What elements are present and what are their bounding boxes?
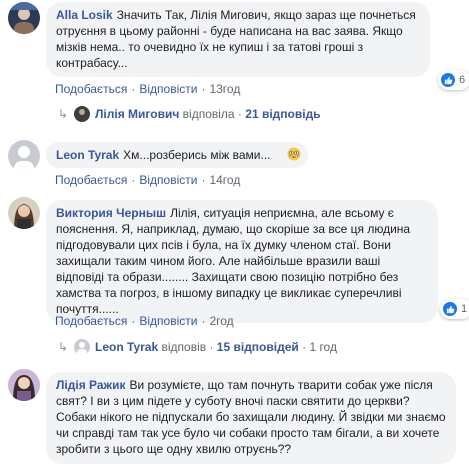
- comment-author[interactable]: Виктория Черныш: [56, 206, 166, 220]
- comment-time[interactable]: 14год: [209, 173, 240, 187]
- reply-time: 1 год: [309, 340, 337, 354]
- replier-avatar: [74, 106, 90, 122]
- replier-name[interactable]: Лілія Мигович: [95, 107, 179, 121]
- avatar[interactable]: [8, 2, 40, 34]
- flushed-emoji-icon: [287, 147, 301, 161]
- comment-bubble: Alla Losik Значить Так, Лілія Мигович, як…: [46, 2, 430, 77]
- comment-author[interactable]: Leon Tyrak: [56, 148, 119, 162]
- reply-link[interactable]: Відповісти: [139, 173, 197, 187]
- comment-time[interactable]: 13год: [209, 82, 240, 96]
- comment-actions: Подобається · Відповісти · 2год: [55, 314, 234, 328]
- avatar[interactable]: [8, 197, 40, 229]
- avatar[interactable]: [8, 369, 40, 401]
- comment-author[interactable]: Alla Losik: [56, 8, 113, 22]
- comment-actions: Подобається · Відповісти · 14год: [55, 173, 241, 187]
- comment-text: Хм...розберись між вами...: [123, 148, 271, 162]
- like-link[interactable]: Подобається: [55, 82, 127, 96]
- like-link[interactable]: Подобається: [55, 173, 127, 187]
- like-icon: [443, 302, 457, 316]
- reply-verb: відповіла: [182, 107, 235, 121]
- like-link[interactable]: Подобається: [55, 314, 127, 328]
- reply-arrow-icon: ↳: [58, 340, 69, 354]
- reply-arrow-icon: ↳: [58, 107, 69, 121]
- replies-summary[interactable]: ↳ Лілія Мигович відповіла · 21 відповідь: [58, 106, 321, 122]
- replier-name[interactable]: Leon Tyrak: [95, 340, 158, 354]
- like-icon: [441, 73, 455, 87]
- replies-count[interactable]: 15 відповідей: [217, 340, 299, 354]
- comment-bubble: Лідія Ражик Ви розумієте, що там почнуть …: [46, 372, 456, 464]
- reaction-count[interactable]: 1: [440, 299, 469, 319]
- avatar[interactable]: [8, 140, 40, 172]
- reply-verb: відповів: [161, 340, 207, 354]
- comment-text: Лілія, ситуація неприємна, але всьому є …: [56, 206, 411, 316]
- like-count: 1: [461, 303, 468, 315]
- comment-bubble: Виктория Черныш Лілія, ситуація неприємна…: [46, 200, 438, 323]
- replier-avatar: [74, 339, 90, 355]
- replies-count[interactable]: 21 відповідь: [245, 107, 320, 121]
- comment-author[interactable]: Лідія Ражик: [56, 378, 125, 392]
- reply-link[interactable]: Відповісти: [139, 314, 197, 328]
- reaction-count[interactable]: 6: [438, 70, 469, 90]
- like-count: 6: [459, 74, 466, 86]
- reply-link[interactable]: Відповісти: [139, 82, 197, 96]
- comment-actions: Подобається · Відповісти · 13год: [55, 82, 241, 96]
- comment-bubble: Leon Tyrak Хм...розберись між вами...: [46, 142, 308, 168]
- comment-time[interactable]: 2год: [209, 314, 233, 328]
- replies-summary[interactable]: ↳ Leon Tyrak відповів · 15 відповідей · 1…: [58, 339, 337, 355]
